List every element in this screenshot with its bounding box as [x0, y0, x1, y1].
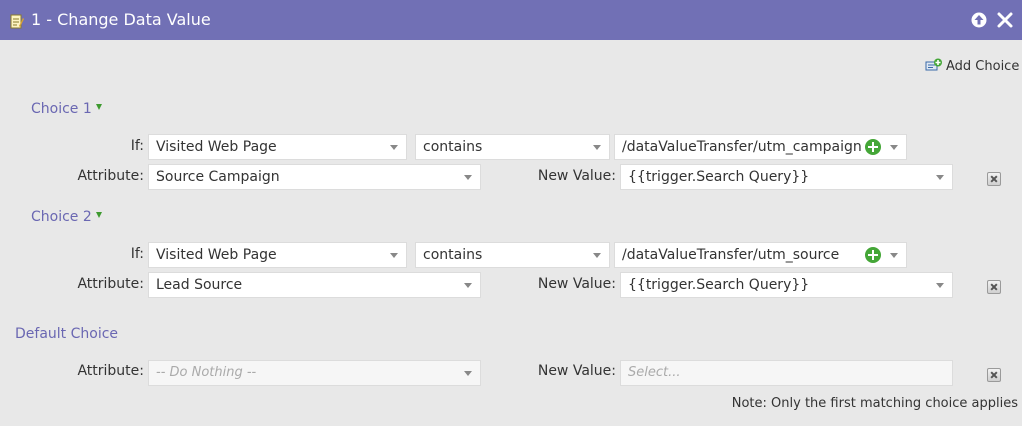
chevron-down-icon: [464, 283, 472, 288]
new-value-label: New Value:: [537, 276, 616, 292]
attribute-label: Attribute:: [77, 276, 144, 292]
delete-choice-1-icon[interactable]: [987, 172, 1001, 186]
choice-2-new-value-select[interactable]: {{trigger.Search Query}}: [620, 272, 953, 298]
add-value-icon[interactable]: [865, 139, 881, 155]
delete-default-choice-icon[interactable]: [987, 368, 1001, 382]
choice-1-if-field-select[interactable]: Visited Web Page: [148, 134, 407, 160]
add-value-icon[interactable]: [865, 247, 881, 263]
chevron-down-icon: [464, 175, 472, 180]
close-icon[interactable]: [996, 11, 1014, 29]
chevron-down-icon[interactable]: [890, 253, 898, 258]
choice-2-attribute-select[interactable]: Lead Source: [148, 272, 481, 298]
if-label: If:: [130, 138, 144, 154]
chevron-down-icon: [464, 371, 472, 376]
chevron-down-icon: [390, 253, 398, 258]
chevron-down-icon: [936, 283, 944, 288]
move-up-icon[interactable]: [970, 11, 988, 29]
if-label: If:: [130, 246, 144, 262]
new-value-label: New Value:: [537, 363, 616, 379]
chevron-down-icon: [390, 145, 398, 150]
choice-2-heading[interactable]: Choice 2: [31, 209, 102, 225]
new-value-label: New Value:: [537, 168, 616, 184]
add-choice-label: Add Choice: [946, 58, 1020, 74]
choice-1-new-value-select[interactable]: {{trigger.Search Query}}: [620, 164, 953, 190]
choice-1-attribute-select[interactable]: Source Campaign: [148, 164, 481, 190]
add-choice-button[interactable]: Add Choice: [925, 57, 1019, 75]
chevron-down-icon[interactable]: [890, 145, 898, 150]
choice-2-operator-select[interactable]: contains: [415, 242, 610, 268]
chevron-down-icon: [593, 145, 601, 150]
first-match-note: Note: Only the first matching choice app…: [731, 396, 1018, 411]
choice-2-if-value-input[interactable]: /dataValueTransfer/utm_source: [614, 242, 907, 268]
default-attribute-select[interactable]: -- Do Nothing --: [148, 360, 481, 386]
choice-1-if-value-input[interactable]: /dataValueTransfer/utm_campaign: [614, 134, 907, 160]
choice-1-operator-select[interactable]: contains: [415, 134, 610, 160]
dialog-title: 1 - Change Data Value: [31, 10, 211, 29]
attribute-label: Attribute:: [77, 363, 144, 379]
chevron-down-icon: [593, 253, 601, 258]
collapse-triangle-icon[interactable]: [95, 104, 102, 110]
chevron-down-icon: [936, 175, 944, 180]
collapse-triangle-icon[interactable]: [95, 212, 102, 218]
default-new-value-input[interactable]: Select...: [620, 360, 953, 386]
choice-1-heading[interactable]: Choice 1: [31, 101, 102, 117]
dialog-header: 1 - Change Data Value: [0, 0, 1022, 40]
default-choice-heading: Default Choice: [15, 326, 119, 342]
attribute-label: Attribute:: [77, 168, 144, 184]
delete-choice-2-icon[interactable]: [987, 280, 1001, 294]
document-edit-icon: [10, 14, 24, 29]
add-choice-icon: [925, 58, 942, 71]
choice-2-if-field-select[interactable]: Visited Web Page: [148, 242, 407, 268]
